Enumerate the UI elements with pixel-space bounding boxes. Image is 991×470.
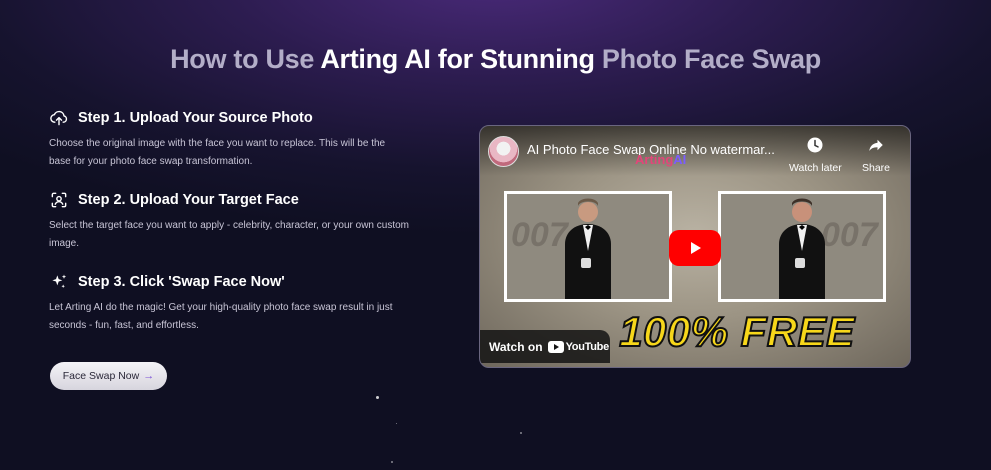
heading-part-1: How to Use <box>170 44 321 74</box>
share-button[interactable]: Share <box>862 136 890 174</box>
background-star <box>376 396 379 399</box>
source-thumbnail: 007 <box>504 191 672 302</box>
share-label: Share <box>862 162 891 174</box>
step-1-title: Step 1. Upload Your Source Photo <box>78 110 313 126</box>
channel-avatar[interactable] <box>488 136 519 167</box>
heading-part-3: Photo Face Swap <box>601 44 821 74</box>
face-scan-icon <box>49 190 69 210</box>
brand-watermark-right: AI <box>673 152 687 167</box>
step-3-description: Let Arting AI do the magic! Get your hig… <box>49 302 393 331</box>
watch-later-button[interactable]: Watch later <box>789 136 842 174</box>
youtube-video-embed[interactable]: AI Photo Face Swap Online No watermar...… <box>479 125 911 368</box>
step-1-description: Choose the original image with the face … <box>49 138 386 167</box>
sparkles-icon <box>49 272 69 292</box>
result-thumbnail: 007 <box>718 191 886 302</box>
youtube-wordmark: YouTube <box>565 340 610 353</box>
clock-icon <box>806 136 824 157</box>
step-2: Step 2. Upload Your Target Face Select t… <box>49 188 409 253</box>
watch-on-youtube-link[interactable]: Watch on YouTube <box>480 330 610 363</box>
arrow-right-icon: → <box>143 370 155 382</box>
background-star <box>391 461 393 463</box>
play-icon <box>691 242 701 254</box>
step-3-title: Step 3. Click 'Swap Face Now' <box>78 274 285 290</box>
step-3: Step 3. Click 'Swap Face Now' Let Arting… <box>49 270 409 335</box>
brand-watermark: ArtingAI <box>635 152 686 167</box>
youtube-logo: YouTube <box>547 340 610 353</box>
brand-watermark-left: Arting <box>635 152 674 167</box>
step-2-title: Step 2. Upload Your Target Face <box>78 192 299 208</box>
heading-part-2: Arting AI for Stunning <box>320 44 602 74</box>
background-star <box>520 432 522 434</box>
play-button[interactable] <box>669 230 721 266</box>
watch-later-label: Watch later <box>789 162 842 174</box>
step-1: Step 1. Upload Your Source Photo Choose … <box>49 106 409 171</box>
person-in-tuxedo-swapped-image <box>779 198 825 299</box>
step-2-description: Select the target face you want to apply… <box>49 220 409 249</box>
cloud-upload-icon <box>49 108 69 128</box>
youtube-play-icon <box>547 340 564 353</box>
watch-on-label: Watch on <box>489 339 543 354</box>
share-arrow-icon <box>867 136 885 157</box>
background-star <box>396 423 397 424</box>
free-banner: 100% FREE <box>618 307 855 356</box>
person-in-tuxedo-image <box>565 198 611 299</box>
page-heading: How to Use Arting AI for Stunning Photo … <box>0 44 991 75</box>
face-swap-now-label: Face Swap Now <box>62 370 140 382</box>
face-swap-now-button[interactable]: Face Swap Now → <box>50 362 167 390</box>
